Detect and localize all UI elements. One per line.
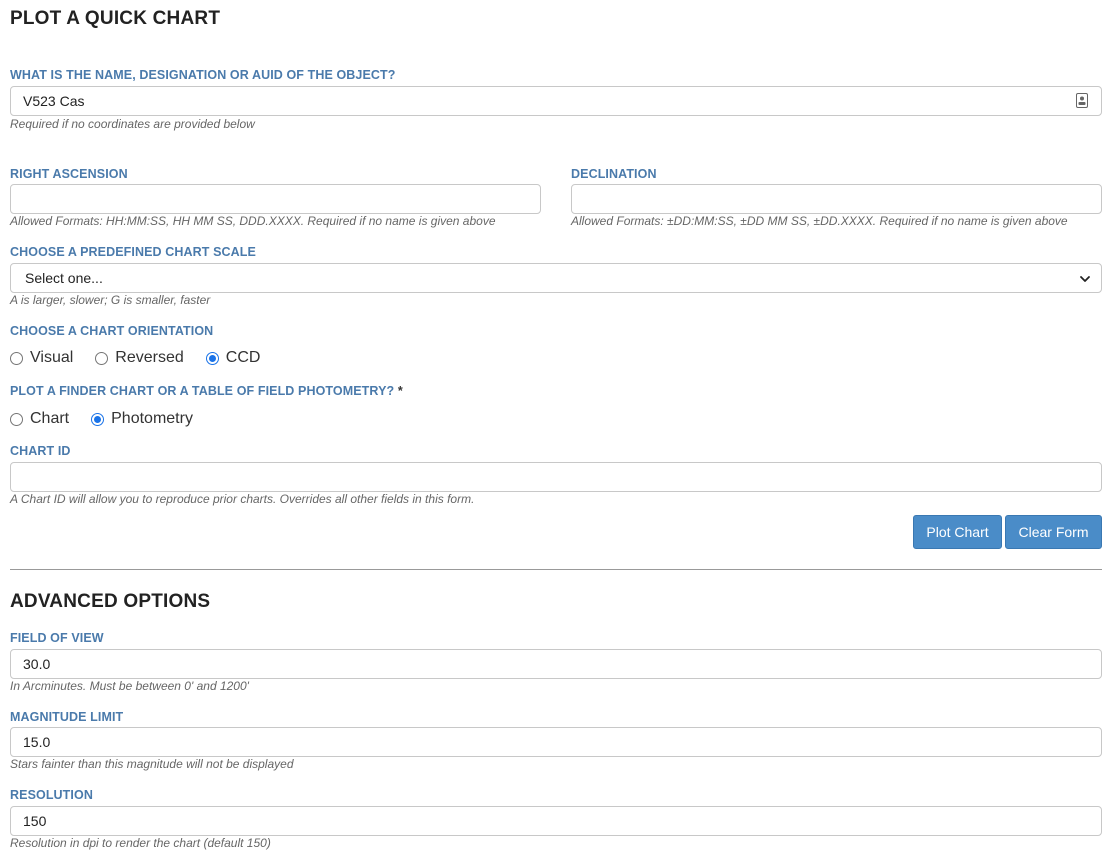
resolution-input[interactable] [10,806,1102,836]
dec-label: DECLINATION [571,167,657,181]
object-name-help: Required if no coordinates are provided … [10,117,255,131]
clear-form-button[interactable]: Clear Form [1005,515,1102,549]
orientation-visual[interactable]: Visual [10,349,73,367]
radio-visual[interactable] [10,351,23,365]
radio-ccd[interactable] [205,351,219,365]
chart-id-label: CHART ID [10,444,71,458]
ra-input[interactable] [10,184,541,214]
chart-id-help: A Chart ID will allow you to reproduce p… [10,492,475,506]
fov-input[interactable] [10,649,1102,679]
fov-help: In Arcminutes. Must be between 0' and 12… [10,679,249,693]
maglimit-help: Stars fainter than this magnitude will n… [10,757,294,771]
orientation-ccd[interactable]: CCD [205,349,260,367]
dec-input[interactable] [571,184,1102,214]
output-photometry[interactable]: Photometry [91,410,193,428]
radio-chart[interactable] [10,412,23,426]
scale-selected-value: Select one... [25,270,103,286]
contact-card-icon[interactable] [1076,93,1088,108]
orientation-reversed[interactable]: Reversed [95,349,184,367]
scale-label: CHOOSE A PREDEFINED CHART SCALE [10,245,256,259]
object-name-wrapper [10,86,1102,116]
required-mark: * [397,384,403,398]
fov-label: FIELD OF VIEW [10,631,104,645]
chart-id-input[interactable] [10,462,1102,492]
maglimit-input[interactable] [10,727,1102,757]
object-name-input[interactable] [10,86,1102,116]
section-divider [10,569,1102,570]
ra-label: RIGHT ASCENSION [10,167,128,181]
plot-chart-button[interactable]: Plot Chart [913,515,1002,549]
resolution-help: Resolution in dpi to render the chart (d… [10,836,271,850]
object-name-label: WHAT IS THE NAME, DESIGNATION OR AUID OF… [10,68,396,82]
output-radio-group: Chart Photometry [10,410,215,428]
radio-photometry[interactable] [91,412,105,426]
scale-help: A is larger, slower; G is smaller, faste… [10,293,211,307]
advanced-options-title: ADVANCED OPTIONS [10,591,211,612]
resolution-label: RESOLUTION [10,788,93,802]
output-type-label: PLOT A FINDER CHART OR A TABLE OF FIELD … [10,384,403,398]
orientation-label: CHOOSE A CHART ORIENTATION [10,324,214,338]
radio-reversed[interactable] [95,351,109,365]
maglimit-label: MAGNITUDE LIMIT [10,710,124,724]
scale-select[interactable]: Select one... [10,263,1102,293]
page-title: PLOT A QUICK CHART [10,8,221,29]
dec-help: Allowed Formats: ±DD:MM:SS, ±DD MM SS, ±… [571,214,1068,228]
ra-help: Allowed Formats: HH:MM:SS, HH MM SS, DDD… [10,214,496,228]
chevron-down-icon [1080,276,1090,282]
orientation-radio-group: Visual Reversed CCD [10,349,282,367]
output-chart[interactable]: Chart [10,410,69,428]
